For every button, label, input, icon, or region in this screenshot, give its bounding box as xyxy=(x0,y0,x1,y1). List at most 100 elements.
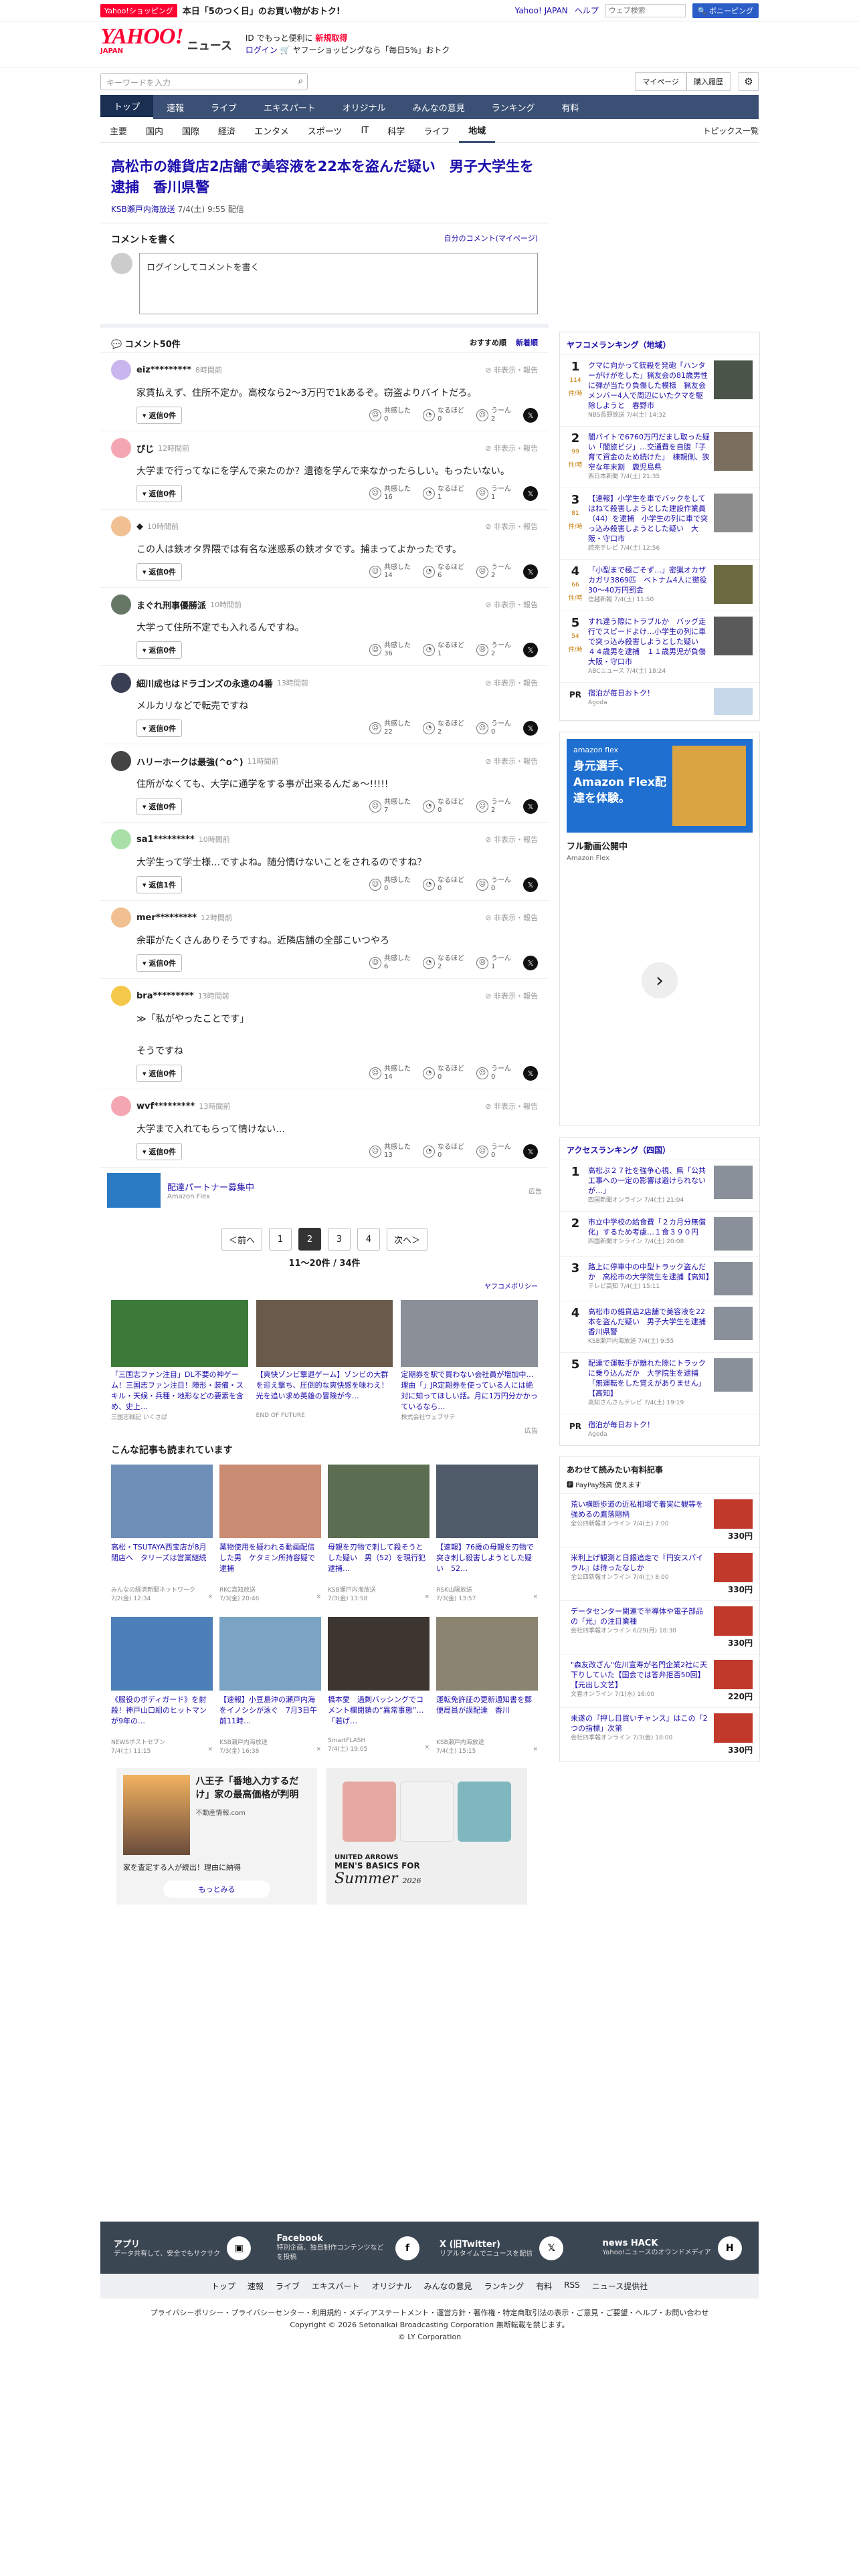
close-icon[interactable]: × xyxy=(207,1746,213,1755)
reaction-b-button[interactable]: ◔ なるほど 0 xyxy=(423,798,464,815)
cat-it[interactable]: IT xyxy=(351,119,378,143)
reply-button[interactable]: ▾ 返信1件 xyxy=(136,876,183,893)
x-share-icon[interactable]: 𝕏 xyxy=(523,956,538,970)
ranking-title[interactable]: クマに向かって銃殺を発砲「ハンターがけがをした」猟友会の81歳男性に弾が当たり負… xyxy=(588,361,708,410)
footer-link[interactable]: ニュース提供社 xyxy=(592,2280,648,2292)
sort-newest[interactable]: 新着順 xyxy=(516,337,538,350)
comment-input[interactable] xyxy=(139,253,538,314)
news-section-label[interactable]: ニュース xyxy=(187,36,232,53)
x-share-icon[interactable]: 𝕏 xyxy=(523,643,538,657)
paid-article-title[interactable]: 未遂の『押し目買いチャンス』はこの「2つの指標」次第 xyxy=(571,1714,708,1733)
reaction-a-button[interactable]: ☺ 共感した 14 xyxy=(369,1065,411,1081)
nav-paid[interactable]: 有料 xyxy=(548,95,592,119)
article-card[interactable]: 運転免許証の更新通知書を郵便局員が誤配達 香川 KSB瀬戸内海放送 7/4(土) 1… xyxy=(436,1617,538,1755)
close-icon[interactable]: × xyxy=(316,1746,321,1755)
report-link[interactable]: ⊘ 非表示・報告 xyxy=(485,834,538,845)
reaction-b-button[interactable]: ◔ なるほど 1 xyxy=(423,486,464,502)
comment-user[interactable]: mer********* xyxy=(136,913,197,923)
comment-user[interactable]: sa1********* xyxy=(136,835,195,845)
help-link[interactable]: ヘルプ xyxy=(575,5,599,16)
article-title[interactable]: 高松市の雑貨店2店舗で美容液を22本を盗んだ疑い 男子大学生を逮捕 香川県警 xyxy=(100,144,549,203)
avatar[interactable] xyxy=(111,595,131,615)
comment-user[interactable]: bra********* xyxy=(136,991,194,1001)
cat-life[interactable]: ライフ xyxy=(414,119,459,143)
page-3[interactable]: 3 xyxy=(328,1228,351,1251)
reaction-b-button[interactable]: ◔ なるほど 2 xyxy=(423,955,464,971)
access-ranking-item[interactable]: 4 高松市の雑貨店2店舗で美容液を22本を盗んだ疑い 男子大学生を逮捕 香川県警 K… xyxy=(560,1301,759,1352)
house-ad[interactable]: 八王子「番地入力するだけ」家の最高価格が判明 不動産情報.com 家を査定する人… xyxy=(116,1768,317,1905)
footer-col[interactable]: Facebook 特別企画、独自制作コンテンツなどを投稿 f xyxy=(277,2234,419,2262)
nav-ranking[interactable]: ランキング xyxy=(478,95,549,119)
report-link[interactable]: ⊘ 非表示・報告 xyxy=(485,364,538,375)
nav-breaking[interactable]: 速報 xyxy=(153,95,197,119)
facebook-icon[interactable]: f xyxy=(395,2236,419,2260)
ad-title[interactable]: 配達パートナー募集中 xyxy=(167,1180,254,1193)
reaction-c-button[interactable]: ☹ うーん 2 xyxy=(476,564,511,580)
reaction-a-button[interactable]: ☺ 共感した 0 xyxy=(369,877,411,893)
gear-icon[interactable]: ⚙ xyxy=(739,72,759,91)
reply-button[interactable]: ▾ 返信0件 xyxy=(136,563,183,580)
amazon-flex-ad[interactable]: amazon flex 身元選手、Amazon Flex配達を体験。 フル動画公… xyxy=(559,732,760,1126)
article-card[interactable]: 薬物使用を疑われる動画配信した男 ケタミン所持容疑で逮捕 RKC高知放送 7/3(金… xyxy=(219,1465,321,1602)
close-icon[interactable]: × xyxy=(533,1746,538,1755)
purchase-history-button[interactable]: 購入履歴 xyxy=(686,72,731,91)
reply-button[interactable]: ▾ 返信0件 xyxy=(136,485,183,502)
page-4[interactable]: 4 xyxy=(357,1228,380,1251)
footer-link[interactable]: オリジナル xyxy=(372,2280,412,2292)
close-icon[interactable]: × xyxy=(533,1594,538,1602)
promo-card[interactable]: 「三国志ファン注目」DL不要の神ゲーム！三国志ファン注目！陣形・装備・スキル・天… xyxy=(111,1300,248,1421)
topics-list-link[interactable]: トピックス一覧 xyxy=(702,125,759,136)
page-1[interactable]: 1 xyxy=(269,1228,292,1251)
article-card-title[interactable]: 【速報】76歳の母親を刃物で突き刺し殺害しようとした疑い 52… xyxy=(436,1542,538,1585)
paid-article-item[interactable]: "森友改ざん"佐川宣寿が名門企業2社に天下りしていた【国会では答弁拒否50回】【… xyxy=(560,1654,759,1707)
reply-button[interactable]: ▾ 返信0件 xyxy=(136,1065,183,1082)
more-button[interactable]: もっとみる xyxy=(163,1881,270,1898)
next-page-button[interactable]: 次へ＞ xyxy=(387,1228,428,1251)
x-icon[interactable]: 𝕏 xyxy=(539,2236,564,2260)
article-card[interactable]: 【速報】76歳の母親を刃物で突き刺し殺害しようとした疑い 52… RSK山陽放送 7… xyxy=(436,1465,538,1602)
reply-button[interactable]: ▾ 返信0件 xyxy=(136,954,183,972)
reply-button[interactable]: ▾ 返信0件 xyxy=(136,798,183,815)
paid-article-item[interactable]: 未遂の『押し目買いチャンス』はこの「2つの指標」次第 会社四季報オンライン 7/3… xyxy=(560,1707,759,1761)
comment-user[interactable]: まぐれ刑事優勝派 xyxy=(136,599,206,611)
search-icon[interactable]: ⌕ xyxy=(298,76,303,86)
close-icon[interactable]: × xyxy=(424,1744,430,1753)
article-card[interactable]: 橋本愛 過剰バッシングでコメント欄閉鎖の“異常事態”…「若げ… SmartFLAS… xyxy=(328,1617,430,1755)
promo-title[interactable]: 【爽快ゾンビ撃退ゲーム】ゾンビの大群を迎え撃ち、圧倒的な爽快感を味わえ！光を追い… xyxy=(256,1370,393,1412)
comment-ranking-title[interactable]: ヤフコメランキング（地域） xyxy=(560,332,759,354)
newshack-icon[interactable]: H xyxy=(717,2236,742,2260)
promo-title[interactable]: 定期券を駅で買わない会社員が増加中…理由「」JR定期券を使っている人には絶対に知… xyxy=(401,1370,538,1412)
x-share-icon[interactable]: 𝕏 xyxy=(523,1066,538,1081)
avatar[interactable] xyxy=(111,673,131,693)
x-share-icon[interactable]: 𝕏 xyxy=(523,564,538,579)
ranking-item[interactable]: 1 114 件/時 クマに向かって銃殺を発砲「ハンターがけがをした」猟友会の81歳男性… xyxy=(560,354,759,426)
reaction-a-button[interactable]: ☺ 共感した 14 xyxy=(369,564,411,580)
x-share-icon[interactable]: 𝕏 xyxy=(523,877,538,892)
reaction-a-button[interactable]: ☺ 共感した 0 xyxy=(369,407,411,423)
ad-banner[interactable]: 配達パートナー募集中 Amazon Flex 広告 xyxy=(100,1167,549,1213)
my-comments-link[interactable]: 自分のコメント(マイページ) xyxy=(444,233,538,246)
article-card-title[interactable]: 《服役のボディガード》を射殺！神戸山口組のヒットマンが9年の… xyxy=(111,1695,213,1737)
footer-col[interactable]: news HACK Yahoo!ニュースのオウンドメディア H xyxy=(603,2234,746,2262)
x-share-icon[interactable]: 𝕏 xyxy=(523,1144,538,1159)
ranking-item[interactable]: 3 81 件/時 【速報】小学生を車でバックをしてはねて殺害しようとした建設作業員（4… xyxy=(560,488,759,559)
article-card-title[interactable]: 【速報】小豆島沖の瀬戸内海をイノシシが泳ぐ 7月3日午前11時… xyxy=(219,1695,321,1737)
pr-item[interactable]: PR 宿泊が毎日おトク！ Agoda xyxy=(560,1414,759,1445)
reaction-b-button[interactable]: ◔ なるほど 0 xyxy=(423,1065,464,1081)
paid-article-item[interactable]: 米利上げ観測と日銀追走で『円安スパイラル』は待ったなしか 全公四新報オンライン 7… xyxy=(560,1547,759,1600)
x-share-icon[interactable]: 𝕏 xyxy=(523,486,538,501)
reaction-c-button[interactable]: ☹ うーん 0 xyxy=(476,877,511,893)
yahoo-logo[interactable]: YAHOO! JAPAN xyxy=(100,25,184,60)
reaction-c-button[interactable]: ☹ うーん 1 xyxy=(476,486,511,502)
reaction-b-button[interactable]: ◔ なるほど 0 xyxy=(423,1144,464,1160)
promo-text[interactable]: 本日「5のつく日」のお買い物がおトク! xyxy=(183,4,341,17)
nav-original[interactable]: オリジナル xyxy=(329,95,399,119)
avatar[interactable] xyxy=(111,360,131,380)
clothing-ad[interactable]: UNITED ARROWS MEN'S BASICS FOR Summer 20… xyxy=(326,1768,527,1905)
ranking-title[interactable]: 【速報】小学生を車でバックをしてはねて殺害しようとした建設作業員（44）を逮捕 … xyxy=(588,494,708,543)
reply-button[interactable]: ▾ 返信0件 xyxy=(136,1143,183,1160)
footer-link[interactable]: ランキング xyxy=(484,2280,524,2292)
close-icon[interactable]: × xyxy=(316,1594,321,1602)
article-card-title[interactable]: 高松・TSUTAYA西宝店が8月閉店へ タリーズは営業継続 xyxy=(111,1542,213,1585)
report-link[interactable]: ⊘ 非表示・報告 xyxy=(485,756,538,766)
